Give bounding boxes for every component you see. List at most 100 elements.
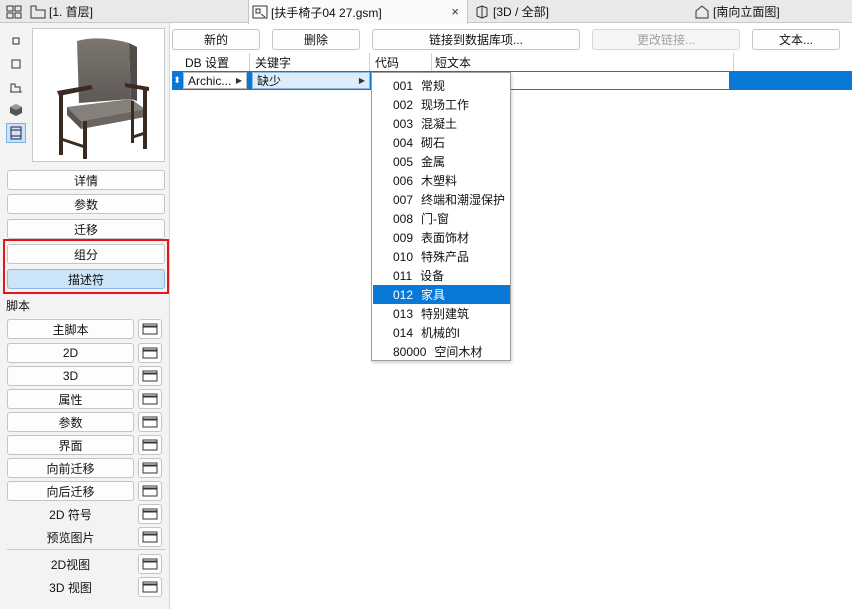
- menu-item[interactable]: 003 混凝土: [373, 114, 510, 133]
- menu-item-label: 现场工作: [421, 98, 470, 112]
- text-button[interactable]: 文本...: [752, 29, 840, 50]
- armchair-icon: [57, 38, 149, 159]
- menu-item-label: 常规: [421, 79, 446, 93]
- column-header-code[interactable]: 代码: [372, 53, 432, 71]
- open-window-button[interactable]: [138, 366, 162, 386]
- forward-migration-button[interactable]: 向前迁移: [7, 458, 134, 478]
- column-header-keyword[interactable]: 关键字: [252, 53, 370, 71]
- menu-item[interactable]: 009 表面饰材: [373, 228, 510, 247]
- open-window-button[interactable]: [138, 412, 162, 432]
- menu-item-code: 011: [393, 268, 413, 283]
- menu-item-label: 终端和潮湿保护: [421, 193, 506, 207]
- details-button[interactable]: 详情: [7, 170, 165, 190]
- object-preview-image: [32, 28, 165, 162]
- interface-script-button[interactable]: 界面: [7, 435, 134, 455]
- window-icon: [142, 347, 158, 359]
- 3d-script-button[interactable]: 3D: [7, 366, 134, 386]
- window-icon: [142, 370, 158, 382]
- open-window-button[interactable]: [138, 481, 162, 501]
- menu-item[interactable]: 004 砌石: [373, 133, 510, 152]
- open-window-button[interactable]: [138, 458, 162, 478]
- properties-script-button[interactable]: 属性: [7, 389, 134, 409]
- menu-item[interactable]: 80000 空间木材: [373, 342, 510, 361]
- window-icon: [142, 462, 158, 474]
- window-icon: [142, 323, 158, 335]
- open-window-button[interactable]: [138, 389, 162, 409]
- column-header-short-text[interactable]: 短文本: [432, 53, 734, 71]
- keyword-cell[interactable]: 缺少 ▶: [252, 72, 370, 89]
- link-to-database-button[interactable]: 链接到数据库项...: [372, 29, 580, 50]
- menu-item[interactable]: 013 特别建筑: [373, 304, 510, 323]
- menu-item[interactable]: 001 常规: [373, 76, 510, 95]
- change-link-button[interactable]: 更改链接...: [592, 29, 740, 50]
- tab-floor-plan[interactable]: [1. 首层]: [30, 0, 93, 23]
- view-film-button[interactable]: [6, 123, 26, 143]
- menu-item[interactable]: 006 木塑料: [373, 171, 510, 190]
- left-panel: 详情 参数 迁移 组分 描述符 脚本 主脚本 2D 3D 属性 参数 界面 向前…: [0, 23, 170, 609]
- delete-button[interactable]: 删除: [272, 29, 360, 50]
- menu-item-label: 设备: [420, 269, 445, 283]
- gsm-object-icon: [252, 5, 268, 19]
- open-window-button[interactable]: [138, 435, 162, 455]
- menu-item-code: 013: [393, 306, 414, 321]
- db-settings-cell[interactable]: Archic... ▶: [183, 72, 247, 89]
- menu-item[interactable]: 007 终端和潮湿保护: [373, 190, 510, 209]
- triangle-right-icon: ▶: [235, 76, 242, 85]
- cube-icon: [10, 104, 22, 116]
- plan-square-icon: [11, 59, 21, 69]
- tab-south-elevation[interactable]: [南向立面图]: [694, 0, 780, 23]
- floorplan-icon: [30, 5, 46, 18]
- menu-item-code: 012: [393, 287, 414, 302]
- new-button[interactable]: 新的: [172, 29, 260, 50]
- menu-item-selected[interactable]: 012 家具: [373, 285, 510, 304]
- view-plan-button[interactable]: [6, 54, 26, 74]
- window-icon: [142, 531, 158, 543]
- menu-item[interactable]: 008 门-窗: [373, 209, 510, 228]
- menu-item-code: 006: [393, 173, 414, 188]
- menu-item-label: 混凝土: [421, 117, 458, 131]
- menu-item[interactable]: 014 机械的l: [373, 323, 510, 342]
- parameters-button[interactable]: 参数: [7, 194, 165, 214]
- window-icon: [142, 439, 158, 451]
- parameter-script-button[interactable]: 参数: [7, 412, 134, 432]
- 2d-view-label: 2D视图: [50, 557, 91, 572]
- descriptors-button[interactable]: 描述符: [7, 269, 165, 289]
- tab-label: [南向立面图]: [713, 5, 780, 19]
- view-grid-button[interactable]: [6, 0, 25, 23]
- open-window-button[interactable]: [138, 319, 162, 339]
- open-window-button[interactable]: [138, 504, 162, 524]
- menu-item-code: 014: [393, 325, 414, 340]
- open-window-button[interactable]: [138, 554, 162, 574]
- open-window-button[interactable]: [138, 527, 162, 547]
- menu-item-code: 009: [393, 230, 414, 245]
- menu-item[interactable]: 010 特殊产品: [373, 247, 510, 266]
- menu-item[interactable]: 011 设备: [373, 266, 510, 285]
- migration-button[interactable]: 迁移: [7, 219, 165, 239]
- keyword-dropdown-menu: 001 常规 002 现场工作 003 混凝土 004 砌石 005 金属 006 木塑料 …: [371, 72, 511, 361]
- menu-item-code: 80000: [393, 344, 427, 359]
- row-sort-handle-icon[interactable]: ⬍: [172, 71, 182, 90]
- open-window-button[interactable]: [138, 577, 162, 597]
- menu-item[interactable]: 005 金属: [373, 152, 510, 171]
- divider: [7, 549, 165, 550]
- tab-gsm-object[interactable]: [扶手椅子04 27.gsm] ×: [248, 0, 468, 24]
- menu-item[interactable]: 002 现场工作: [373, 95, 510, 114]
- view-small-button[interactable]: [6, 31, 26, 51]
- menu-item-label: 砌石: [421, 136, 446, 150]
- tab-label: [扶手椅子04 27.gsm]: [271, 5, 382, 20]
- open-window-button[interactable]: [138, 343, 162, 363]
- tab-3d-view[interactable]: [3D / 全部]: [474, 0, 549, 23]
- master-script-button[interactable]: 主脚本: [7, 319, 134, 339]
- view-3d-button[interactable]: [6, 100, 26, 120]
- window-icon: [142, 393, 158, 405]
- view-elevation-button[interactable]: [6, 77, 26, 97]
- 2d-script-button[interactable]: 2D: [7, 343, 134, 363]
- components-button[interactable]: 组分: [7, 244, 165, 264]
- close-icon[interactable]: ×: [451, 4, 459, 19]
- window-icon: [142, 485, 158, 497]
- tab-label: [1. 首层]: [49, 5, 94, 19]
- backward-migration-button[interactable]: 向后迁移: [7, 481, 134, 501]
- grid-icon: [6, 5, 22, 18]
- window-icon: [142, 558, 158, 570]
- column-header-db-settings[interactable]: DB 设置: [182, 53, 250, 71]
